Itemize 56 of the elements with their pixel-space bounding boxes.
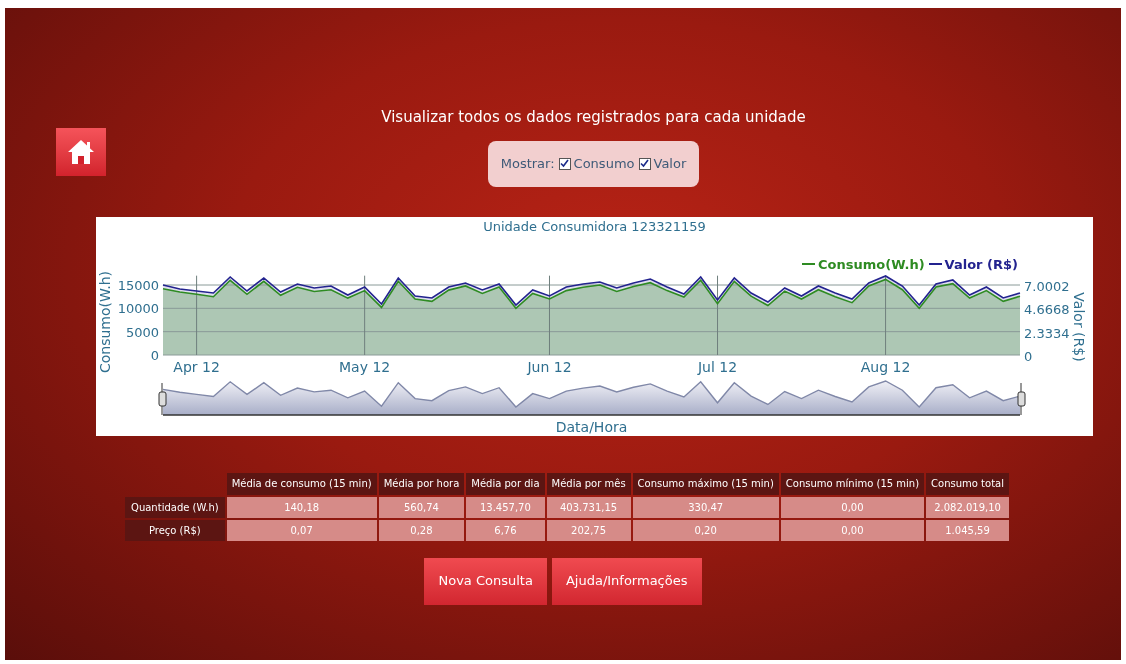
table-cell: 403.731,15 xyxy=(546,496,631,518)
table-cell: 0,20 xyxy=(632,519,779,541)
table-cell: 0,28 xyxy=(378,519,465,541)
column-header: Média de consumo (15 min) xyxy=(226,472,377,495)
table-cell: 6,76 xyxy=(466,519,545,541)
checkbox-label: Consumo xyxy=(573,154,635,173)
filter-label: Mostrar: xyxy=(500,154,555,173)
y-tick-label: 0 xyxy=(150,347,159,363)
table-cell: 1.045,59 xyxy=(926,519,1009,541)
action-button[interactable]: Nova Consulta xyxy=(424,557,547,605)
column-header: Consumo máximo (15 min) xyxy=(632,472,779,495)
x-tick-label: May 12 xyxy=(339,358,391,375)
table-cell: 2.082.019,10 xyxy=(926,496,1009,518)
x-tick-label: Aug 12 xyxy=(860,358,911,375)
y-tick-label: 10000 xyxy=(117,300,159,316)
row-header: Quantidade (W.h) xyxy=(125,496,225,518)
y-tick-label: 5000 xyxy=(125,324,159,340)
y-axis-title: Valor (R$) xyxy=(1071,291,1087,362)
legend-item[interactable]: Valor (R$) xyxy=(944,254,1018,274)
y-tick-label: 2.3334 xyxy=(1024,325,1070,341)
x-axis-title: Data/Hora xyxy=(555,418,628,435)
page-title: Visualizar todos os dados registrados para cada unidade xyxy=(381,107,806,128)
checkbox[interactable] xyxy=(558,157,571,170)
table-cell: 0,07 xyxy=(226,519,377,541)
table-cell: 13.457,70 xyxy=(466,496,545,518)
checkbox-label: Valor xyxy=(653,154,687,173)
y-tick-label: 15000 xyxy=(117,277,159,293)
row-header: Preço (R$) xyxy=(125,519,225,541)
table-cell: 202,75 xyxy=(546,519,631,541)
column-header: Média por hora xyxy=(378,472,465,495)
column-header: Consumo total xyxy=(926,472,1009,495)
table-cell: 560,74 xyxy=(378,496,465,518)
x-tick-label: Jun 12 xyxy=(527,358,572,375)
chart-title: Unidade Consumidora 123321159 xyxy=(483,218,706,234)
column-header: Consumo mínimo (15 min) xyxy=(780,472,925,495)
legend-line-icon xyxy=(928,263,942,266)
check-icon xyxy=(560,159,570,168)
checkbox[interactable] xyxy=(638,157,651,170)
y-tick-label: 7.0002 xyxy=(1024,278,1070,294)
legend-item[interactable]: Consumo(W.h) xyxy=(818,254,925,274)
legend-line-icon xyxy=(802,263,816,266)
table-cell: 330,47 xyxy=(632,496,779,518)
y-tick-label: 0 xyxy=(1024,348,1033,364)
y-axis-title: Consumo(W.h) xyxy=(97,270,113,373)
check-icon xyxy=(640,159,649,168)
home-button[interactable] xyxy=(56,128,106,176)
column-header: Média por dia xyxy=(466,472,545,495)
column-header: Média por mês xyxy=(546,472,631,495)
x-tick-label: Apr 12 xyxy=(173,358,220,375)
table-cell: 0,00 xyxy=(780,496,925,518)
x-tick-label: Jul 12 xyxy=(697,358,738,375)
table-cell: 140,18 xyxy=(226,496,377,518)
home-icon xyxy=(67,139,95,165)
table-cell: 0,00 xyxy=(780,519,925,541)
action-button[interactable]: Ajuda/Informações xyxy=(551,557,702,605)
y-tick-label: 4.6668 xyxy=(1024,301,1070,317)
